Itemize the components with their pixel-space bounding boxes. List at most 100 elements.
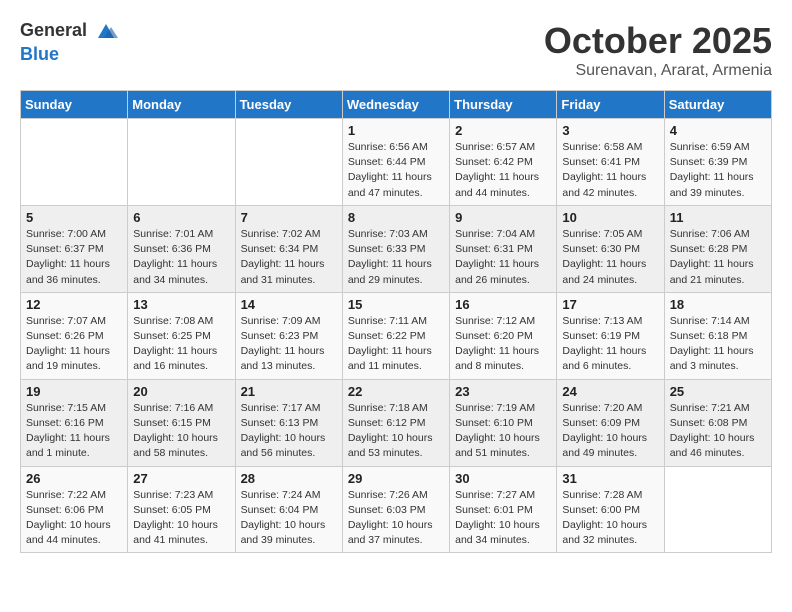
day-number: 28 xyxy=(241,471,337,486)
col-header-friday: Friday xyxy=(557,91,664,119)
calendar-day-cell: 26 Sunrise: 7:22 AM Sunset: 6:06 PM Dayli… xyxy=(21,466,128,553)
calendar-day-cell: 17Sunrise: 7:13 AM Sunset: 6:19 PM Dayli… xyxy=(557,292,664,379)
day-number: 27 xyxy=(133,471,229,486)
day-number: 25 xyxy=(670,384,766,399)
day-info: Sunrise: 6:56 AM Sunset: 6:44 PM Dayligh… xyxy=(348,140,444,201)
day-info: Sunrise: 7:00 AM Sunset: 6:37 PM Dayligh… xyxy=(26,227,122,288)
calendar-day-cell: 21Sunrise: 7:17 AM Sunset: 6:13 PM Dayli… xyxy=(235,379,342,466)
day-number: 24 xyxy=(562,384,658,399)
day-info: Sunrise: 7:15 AM Sunset: 6:16 PM Dayligh… xyxy=(26,401,122,462)
empty-day-cell xyxy=(664,466,771,553)
day-number: 16 xyxy=(455,297,551,312)
day-number: 18 xyxy=(670,297,766,312)
col-header-wednesday: Wednesday xyxy=(342,91,449,119)
day-number: 3 xyxy=(562,123,658,138)
day-info: Sunrise: 7:01 AM Sunset: 6:36 PM Dayligh… xyxy=(133,227,229,288)
day-number: 10 xyxy=(562,210,658,225)
day-number: 21 xyxy=(241,384,337,399)
location-subtitle: Surenavan, Ararat, Armenia xyxy=(544,62,772,80)
day-number: 29 xyxy=(348,471,444,486)
calendar-day-cell: 24 Sunrise: 7:20 AM Sunset: 6:09 PM Dayli… xyxy=(557,379,664,466)
day-number: 22 xyxy=(348,384,444,399)
day-info: Sunrise: 7:21 AM Sunset: 6:08 PM Dayligh… xyxy=(670,401,766,462)
day-info: Sunrise: 7:22 AM Sunset: 6:06 PM Dayligh… xyxy=(26,488,122,549)
calendar-week-row: 19 Sunrise: 7:15 AM Sunset: 6:16 PM Dayli… xyxy=(21,379,772,466)
day-info: Sunrise: 7:13 AM Sunset: 6:19 PM Dayligh… xyxy=(562,314,658,375)
day-info: Sunrise: 7:28 AM Sunset: 6:00 PM Dayligh… xyxy=(562,488,658,549)
calendar-day-cell: 15 Sunrise: 7:11 AM Sunset: 6:22 PM Dayli… xyxy=(342,292,449,379)
calendar-day-cell: 2Sunrise: 6:57 AM Sunset: 6:42 PM Daylig… xyxy=(450,119,557,206)
col-header-sunday: Sunday xyxy=(21,91,128,119)
day-number: 1 xyxy=(348,123,444,138)
day-info: Sunrise: 7:12 AM Sunset: 6:20 PM Dayligh… xyxy=(455,314,551,375)
day-number: 7 xyxy=(241,210,337,225)
calendar-week-row: 1 Sunrise: 6:56 AM Sunset: 6:44 PM Daylig… xyxy=(21,119,772,206)
day-info: Sunrise: 7:07 AM Sunset: 6:26 PM Dayligh… xyxy=(26,314,122,375)
calendar-week-row: 26 Sunrise: 7:22 AM Sunset: 6:06 PM Dayli… xyxy=(21,466,772,553)
day-number: 6 xyxy=(133,210,229,225)
day-number: 20 xyxy=(133,384,229,399)
calendar-day-cell: 4 Sunrise: 6:59 AM Sunset: 6:39 PM Daylig… xyxy=(664,119,771,206)
day-number: 26 xyxy=(26,471,122,486)
calendar-week-row: 12 Sunrise: 7:07 AM Sunset: 6:26 PM Dayli… xyxy=(21,292,772,379)
calendar-day-cell: 31 Sunrise: 7:28 AM Sunset: 6:00 PM Dayli… xyxy=(557,466,664,553)
day-info: Sunrise: 7:27 AM Sunset: 6:01 PM Dayligh… xyxy=(455,488,551,549)
col-header-tuesday: Tuesday xyxy=(235,91,342,119)
day-info: Sunrise: 7:03 AM Sunset: 6:33 PM Dayligh… xyxy=(348,227,444,288)
day-info: Sunrise: 6:59 AM Sunset: 6:39 PM Dayligh… xyxy=(670,140,766,201)
calendar-day-cell: 29 Sunrise: 7:26 AM Sunset: 6:03 PM Dayli… xyxy=(342,466,449,553)
day-info: Sunrise: 7:08 AM Sunset: 6:25 PM Dayligh… xyxy=(133,314,229,375)
day-info: Sunrise: 7:09 AM Sunset: 6:23 PM Dayligh… xyxy=(241,314,337,375)
day-info: Sunrise: 7:05 AM Sunset: 6:30 PM Dayligh… xyxy=(562,227,658,288)
day-number: 5 xyxy=(26,210,122,225)
calendar-table: SundayMondayTuesdayWednesdayThursdayFrid… xyxy=(20,90,772,553)
calendar-day-cell: 5 Sunrise: 7:00 AM Sunset: 6:37 PM Daylig… xyxy=(21,205,128,292)
day-info: Sunrise: 7:20 AM Sunset: 6:09 PM Dayligh… xyxy=(562,401,658,462)
col-header-saturday: Saturday xyxy=(664,91,771,119)
logo-general: General xyxy=(20,23,118,40)
logo-text: General Blue xyxy=(20,20,118,65)
calendar-day-cell: 13 Sunrise: 7:08 AM Sunset: 6:25 PM Dayli… xyxy=(128,292,235,379)
day-info: Sunrise: 7:16 AM Sunset: 6:15 PM Dayligh… xyxy=(133,401,229,462)
calendar-day-cell: 9 Sunrise: 7:04 AM Sunset: 6:31 PM Daylig… xyxy=(450,205,557,292)
empty-day-cell xyxy=(21,119,128,206)
calendar-day-cell: 16 Sunrise: 7:12 AM Sunset: 6:20 PM Dayli… xyxy=(450,292,557,379)
day-info: Sunrise: 7:23 AM Sunset: 6:05 PM Dayligh… xyxy=(133,488,229,549)
calendar-header-row: SundayMondayTuesdayWednesdayThursdayFrid… xyxy=(21,91,772,119)
logo-icon xyxy=(94,20,118,44)
title-block: October 2025 Surenavan, Ararat, Armenia xyxy=(544,20,772,80)
calendar-day-cell: 19 Sunrise: 7:15 AM Sunset: 6:16 PM Dayli… xyxy=(21,379,128,466)
calendar-day-cell: 25 Sunrise: 7:21 AM Sunset: 6:08 PM Dayli… xyxy=(664,379,771,466)
day-number: 13 xyxy=(133,297,229,312)
calendar-day-cell: 22Sunrise: 7:18 AM Sunset: 6:12 PM Dayli… xyxy=(342,379,449,466)
calendar-day-cell: 3 Sunrise: 6:58 AM Sunset: 6:41 PM Daylig… xyxy=(557,119,664,206)
day-info: Sunrise: 7:26 AM Sunset: 6:03 PM Dayligh… xyxy=(348,488,444,549)
calendar-day-cell: 10 Sunrise: 7:05 AM Sunset: 6:30 PM Dayli… xyxy=(557,205,664,292)
day-info: Sunrise: 6:58 AM Sunset: 6:41 PM Dayligh… xyxy=(562,140,658,201)
day-info: Sunrise: 7:11 AM Sunset: 6:22 PM Dayligh… xyxy=(348,314,444,375)
empty-day-cell xyxy=(128,119,235,206)
day-info: Sunrise: 7:24 AM Sunset: 6:04 PM Dayligh… xyxy=(241,488,337,549)
day-number: 2 xyxy=(455,123,551,138)
day-number: 14 xyxy=(241,297,337,312)
calendar-day-cell: 14 Sunrise: 7:09 AM Sunset: 6:23 PM Dayli… xyxy=(235,292,342,379)
calendar-day-cell: 7Sunrise: 7:02 AM Sunset: 6:34 PM Daylig… xyxy=(235,205,342,292)
empty-day-cell xyxy=(235,119,342,206)
calendar-day-cell: 30 Sunrise: 7:27 AM Sunset: 6:01 PM Dayli… xyxy=(450,466,557,553)
calendar-day-cell: 1 Sunrise: 6:56 AM Sunset: 6:44 PM Daylig… xyxy=(342,119,449,206)
col-header-thursday: Thursday xyxy=(450,91,557,119)
day-number: 15 xyxy=(348,297,444,312)
day-number: 19 xyxy=(26,384,122,399)
calendar-week-row: 5 Sunrise: 7:00 AM Sunset: 6:37 PM Daylig… xyxy=(21,205,772,292)
day-number: 30 xyxy=(455,471,551,486)
day-number: 31 xyxy=(562,471,658,486)
calendar-day-cell: 18Sunrise: 7:14 AM Sunset: 6:18 PM Dayli… xyxy=(664,292,771,379)
logo-blue: Blue xyxy=(20,44,59,64)
day-info: Sunrise: 7:04 AM Sunset: 6:31 PM Dayligh… xyxy=(455,227,551,288)
day-info: Sunrise: 7:06 AM Sunset: 6:28 PM Dayligh… xyxy=(670,227,766,288)
day-number: 9 xyxy=(455,210,551,225)
day-info: Sunrise: 7:19 AM Sunset: 6:10 PM Dayligh… xyxy=(455,401,551,462)
day-number: 12 xyxy=(26,297,122,312)
day-number: 4 xyxy=(670,123,766,138)
month-title: October 2025 xyxy=(544,20,772,62)
